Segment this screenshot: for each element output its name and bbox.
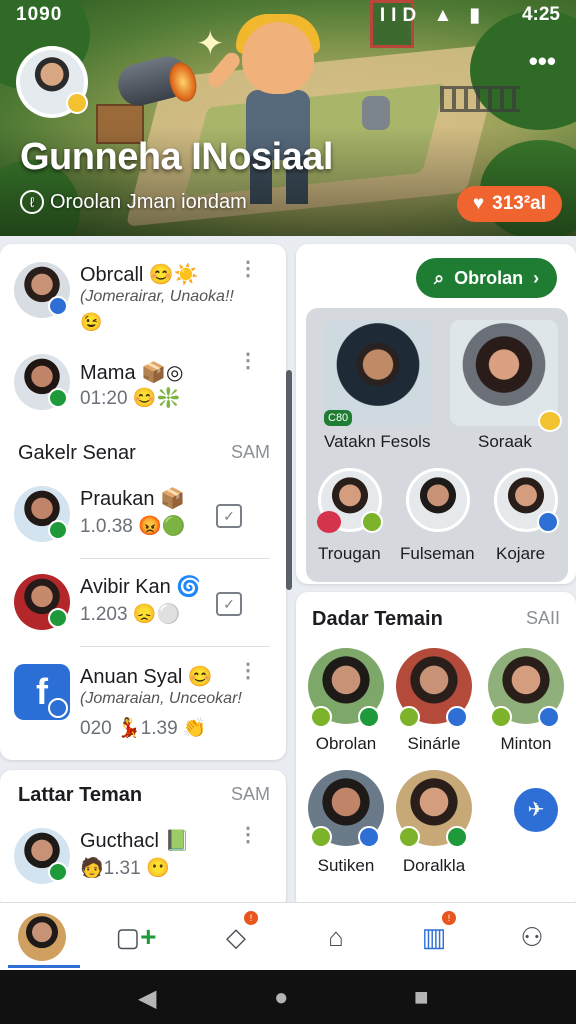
sparkle-icon: ✦ (196, 25, 225, 63)
calendar-check-icon[interactable]: ✓ (216, 592, 242, 616)
video-tile[interactable] (450, 320, 562, 432)
verified-icon (446, 706, 468, 728)
friend-item[interactable]: Minton (484, 648, 568, 754)
calendar-check-icon[interactable]: ✓ (216, 504, 242, 528)
verified-icon (446, 826, 468, 848)
chat-row[interactable]: Avibir Kan 🌀 1.203 😞⚪ ✓ (0, 564, 270, 650)
participant-avatar[interactable] (317, 468, 383, 533)
status-bar: 1090 IID ▲ ▮ 4:25 (0, 0, 576, 30)
friend-item[interactable]: Sinárle (392, 648, 476, 754)
leaf-icon: ℓ (20, 190, 44, 214)
obrolan-button[interactable]: ⌕ Obrolan › (416, 258, 558, 298)
verified-icon (537, 511, 559, 533)
divider (80, 558, 270, 559)
section-title: Lattar Teman (18, 784, 143, 806)
nav-home-icon[interactable]: ⌂ (312, 913, 360, 961)
participant-avatar[interactable] (494, 468, 559, 533)
profile-title: Gunneha INosiaal (20, 136, 333, 178)
chat-row[interactable]: Obrcall 😊☀️ (Jomerairar, Unaoka!! 😉 ⋮ (0, 252, 270, 338)
video-card: ⌕ Obrolan › C80 Vatakn Fesols Soraak Tro… (296, 244, 576, 584)
bottom-nav: ▢ + ◇! ⌂ ▥! ⚇ (0, 902, 576, 970)
section-title: Gakelr Senar (18, 442, 136, 464)
verified-icon (48, 520, 68, 540)
recents-icon[interactable]: ■ (414, 984, 429, 1012)
crown-icon (490, 706, 512, 728)
more-icon[interactable]: ⋮ (238, 259, 258, 279)
crown-icon (398, 706, 420, 728)
more-icon[interactable]: ⋮ (238, 825, 258, 845)
nav-active-indicator (8, 965, 80, 968)
section-more-link[interactable]: SAM (231, 442, 270, 463)
status-left: 1090 (16, 4, 63, 25)
chat-row[interactable]: Mama 📦◎ 01:20 😊❇️ ⋮ (0, 344, 270, 430)
verified-icon (358, 826, 380, 848)
more-icon[interactable]: ⋮ (238, 661, 258, 681)
more-icon[interactable]: ⋮ (238, 351, 258, 371)
chat-row[interactable]: f Anuan Syal 😊 (Jomaraian, Unceokar! 020… (0, 654, 270, 754)
verified-icon (538, 706, 560, 728)
verified-icon (358, 706, 380, 728)
reaction-icon (317, 511, 341, 533)
back-icon[interactable]: ◀ (138, 984, 156, 1013)
nav-board-icon[interactable]: ▥! (410, 911, 458, 961)
friend-item[interactable]: Doralkla (392, 770, 476, 876)
crown-icon (398, 826, 420, 848)
search-icon: ⌕ (434, 267, 445, 288)
verified-icon (48, 698, 68, 718)
star-badge-icon (66, 92, 88, 114)
crown-icon (310, 706, 332, 728)
friend-item[interactable]: Sutiken (304, 770, 388, 876)
status-icons: IID ▲ ▮ (379, 5, 486, 26)
tag-badge: C80 (324, 410, 353, 426)
chat-row[interactable]: Gucthacl 📗 🧑1.31 😶 ⋮ (0, 818, 270, 904)
more-menu-icon[interactable]: ••• (529, 48, 556, 74)
twitter-bird-icon[interactable]: ✈ (514, 788, 558, 832)
home-circle-icon[interactable]: ● (274, 984, 289, 1012)
crown-icon (361, 511, 383, 533)
section-more-link[interactable]: SAM (231, 784, 270, 805)
header-banner: ✦ 1090 IID ▲ ▮ 4:25 ••• Gunneha INosiaal… (0, 0, 576, 236)
profile-subtitle: ℓ Oroolan Jman iondam (20, 190, 247, 214)
participant-avatar[interactable] (406, 468, 470, 532)
verified-icon (48, 862, 68, 882)
divider (80, 646, 270, 647)
nav-profile-avatar[interactable] (18, 913, 66, 961)
friend-item[interactable]: Obrolan (304, 648, 388, 754)
friend-list-card: Lattar Teman SAM Gucthacl 📗 🧑1.31 😶 ⋮ (0, 770, 286, 910)
nav-person-icon[interactable]: ⚇ (508, 913, 556, 961)
video-call-panel: C80 Vatakn Fesols Soraak Trougan Fulsema… (306, 308, 568, 582)
heart-icon: ♥ (472, 193, 485, 214)
emoji-badge-icon (538, 410, 562, 432)
chat-list-card: Obrcall 😊☀️ (Jomerairar, Unaoka!! 😉 ⋮ Ma… (0, 244, 286, 760)
section-more-link[interactable]: SAII (526, 608, 560, 629)
video-tile[interactable]: C80 (324, 320, 432, 426)
profile-avatar[interactable] (16, 46, 88, 118)
verified-icon (48, 388, 68, 408)
friend-grid-card: Dadar Temain SAII Obrolan Sinárle Minton… (296, 592, 576, 910)
chat-row[interactable]: Praukan 📦 1.0.38 😡🟢 ✓ (0, 476, 270, 562)
robot-icon (362, 96, 390, 130)
status-time: 4:25 (521, 4, 560, 25)
crown-icon (310, 826, 332, 848)
section-title: Dadar Temain (312, 608, 443, 630)
chevron-right-icon: › (533, 267, 540, 288)
nav-add-task-icon[interactable]: ▢ + (104, 913, 168, 961)
nav-box-icon[interactable]: ◇! (212, 911, 260, 961)
verified-icon (48, 608, 68, 628)
system-nav-bar: ◀ ● ■ (0, 970, 576, 1024)
verified-icon (48, 296, 68, 316)
like-button[interactable]: ♥ 313²al (456, 186, 562, 222)
fence (440, 86, 520, 112)
scrollbar[interactable] (286, 370, 292, 590)
